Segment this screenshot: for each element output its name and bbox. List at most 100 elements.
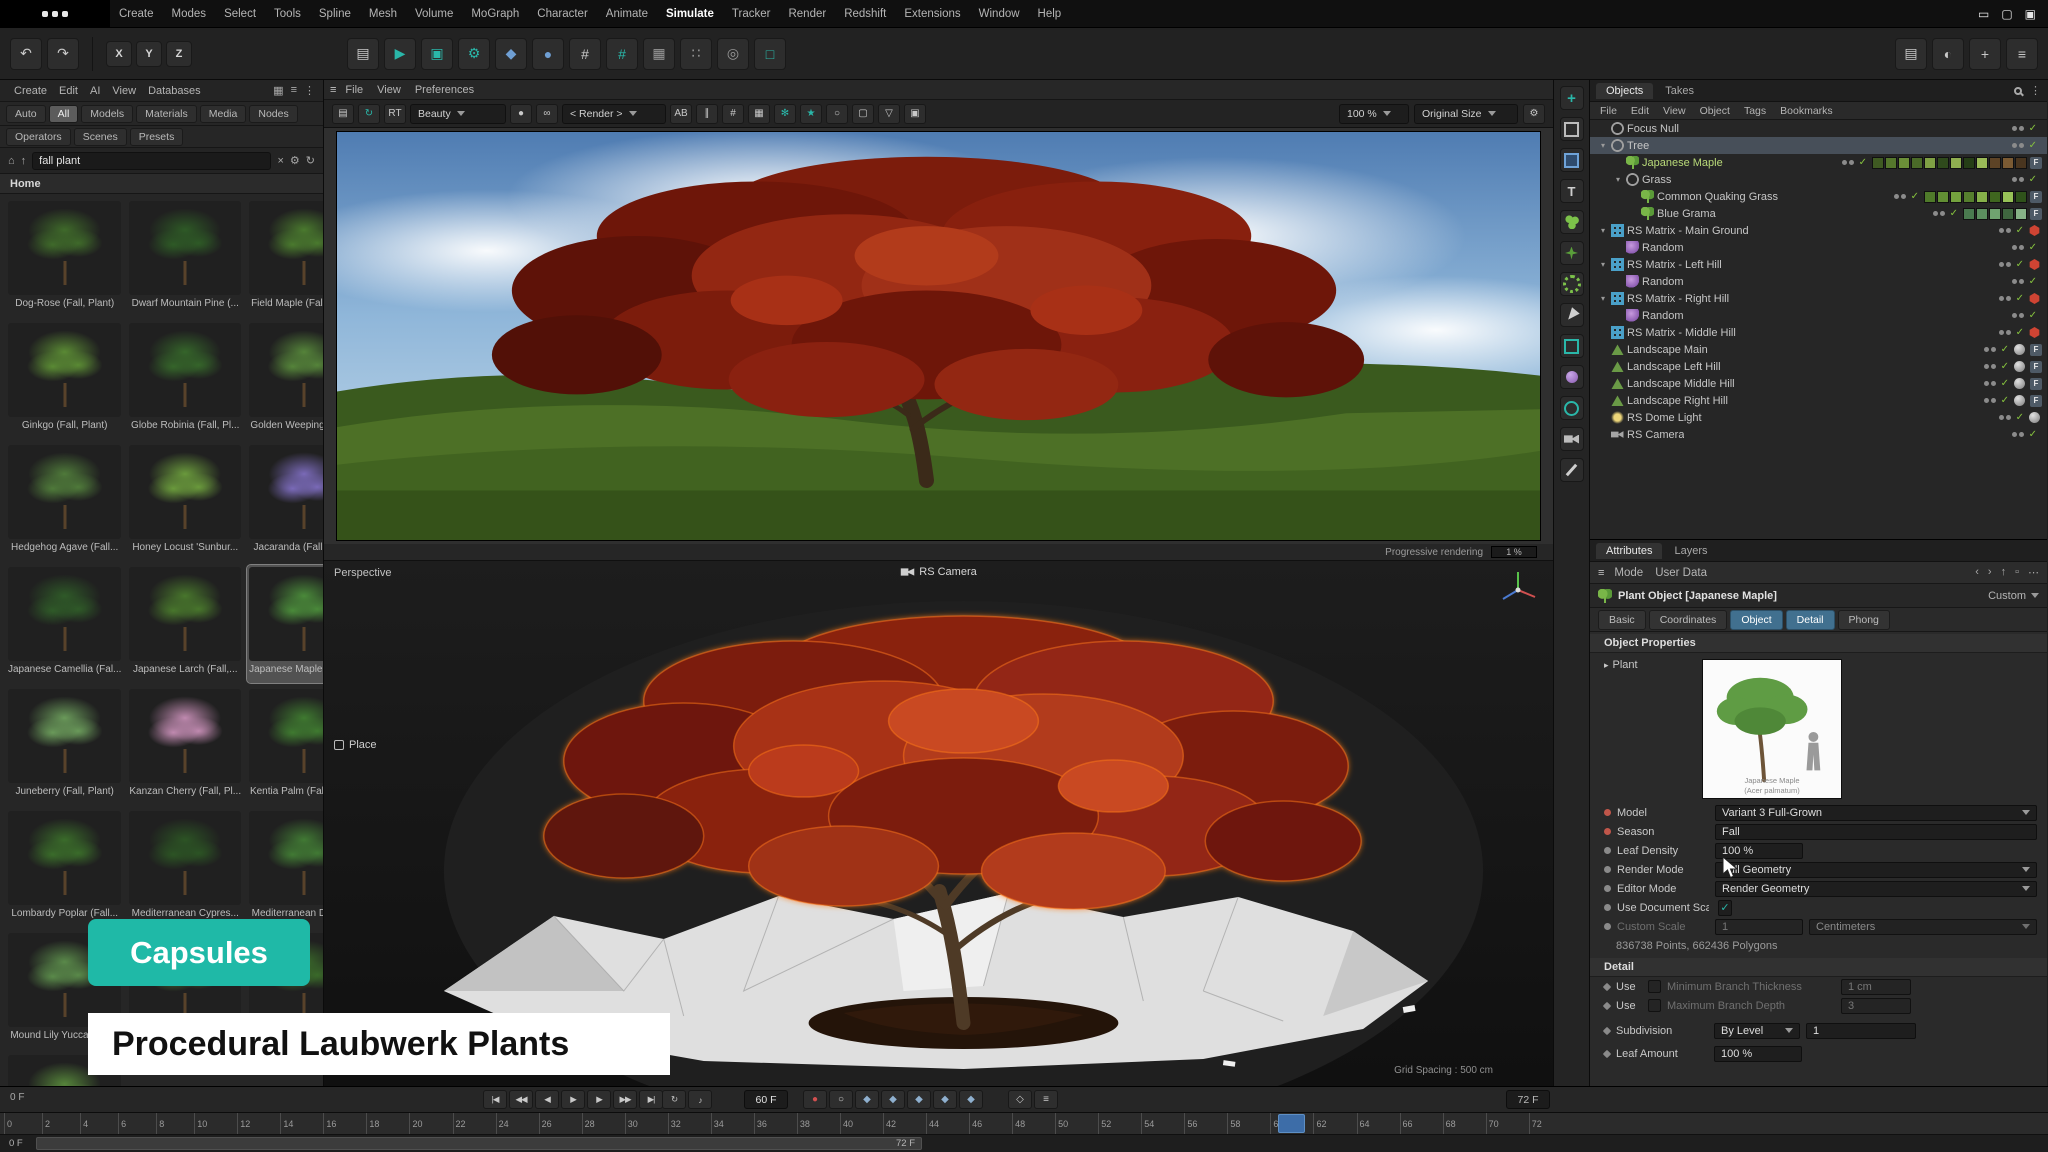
animation-dot-icon[interactable] (1604, 809, 1611, 816)
material-swatch[interactable] (1963, 157, 1975, 169)
asset-item[interactable]: Ginkgo (Fall, Plant) (6, 321, 123, 439)
enable-check-icon[interactable]: ✓ (2016, 259, 2024, 270)
enable-check-icon[interactable]: ✓ (2001, 361, 2009, 372)
asset-item[interactable]: Hedgehog Agave (Fall... (6, 443, 123, 561)
redshift-object-tag-icon[interactable] (2029, 225, 2040, 236)
rendered-image[interactable] (324, 128, 1553, 544)
snap-button[interactable]: # (569, 38, 601, 70)
render-visibility-dot[interactable] (2019, 126, 2024, 131)
panel-menu-icon[interactable]: ⋯ (2028, 566, 2039, 579)
denoise-icon[interactable]: ✻ (774, 104, 796, 124)
field-tag-badge[interactable]: F (2030, 395, 2042, 407)
menu-item[interactable]: Databases (142, 80, 207, 102)
key-rotation-button[interactable]: ◆ (907, 1090, 931, 1109)
bloom-icon[interactable]: ★ (800, 104, 822, 124)
editor-visibility-dot[interactable] (1984, 364, 1989, 369)
material-swatch[interactable] (1924, 191, 1936, 203)
redshift-object-tag-icon[interactable] (2029, 259, 2040, 270)
size-dropdown[interactable]: Original Size (1414, 104, 1518, 124)
snap-pixel-icon[interactable]: # (722, 104, 744, 124)
forward-icon[interactable]: › (1988, 566, 1992, 579)
menu-item[interactable]: Edit (53, 80, 84, 102)
axis-lock-button[interactable]: X (106, 41, 132, 67)
filter-tab[interactable]: Models (81, 105, 133, 123)
compare-stripe-icon[interactable]: ∥ (696, 104, 718, 124)
redshift-object-tag-icon[interactable] (2029, 293, 2040, 304)
previous-frame-button[interactable]: ◀ (535, 1090, 559, 1109)
renderview-settings-icon[interactable]: ⚙ (1523, 104, 1545, 124)
material-swatch[interactable] (1989, 208, 2001, 220)
menu-item[interactable]: Create (110, 0, 163, 28)
editor-visibility-dot[interactable] (1999, 415, 2004, 420)
snapshot-icon[interactable]: ▤ (332, 104, 354, 124)
playhead-scrubber[interactable] (1278, 1114, 1305, 1133)
menu-item[interactable]: File (338, 80, 370, 100)
renderer-dropdown[interactable]: < Render > (562, 104, 666, 124)
menu-item[interactable]: View (370, 80, 408, 100)
phong-tag-icon[interactable] (2029, 412, 2040, 423)
asset-item[interactable]: Japanese Larch (Fall,... (127, 565, 243, 683)
cloner-icon[interactable] (1560, 148, 1584, 172)
perspective-viewport[interactable]: Perspective RS Camera Place Grid Spacing… (324, 561, 1553, 1086)
animation-dot-icon[interactable] (1604, 828, 1611, 835)
zoom-dropdown[interactable]: 100 % (1339, 104, 1409, 124)
material-swatch[interactable] (2002, 191, 2014, 203)
enable-check-icon[interactable]: ✓ (2001, 395, 2009, 406)
parameter-diamond-icon[interactable] (1603, 1001, 1611, 1009)
render-visibility-dot[interactable] (2019, 143, 2024, 148)
object-row[interactable]: Japanese Maple ✓ F (1590, 154, 2047, 171)
filter-icon[interactable]: ▽ (878, 104, 900, 124)
subdivision-level-field[interactable]: 1 (1806, 1023, 1916, 1039)
menu-item[interactable]: Select (215, 0, 265, 28)
field-icon[interactable] (1560, 396, 1584, 420)
asset-item[interactable]: Lombardy Poplar (Fall... (6, 809, 123, 927)
capsules-button[interactable]: □ (754, 38, 786, 70)
generator-icon[interactable] (1560, 272, 1584, 296)
menu-item[interactable]: Character (528, 0, 597, 28)
enable-check-icon[interactable]: ✓ (2029, 242, 2037, 253)
object-row[interactable]: Random ✓ (1590, 239, 2047, 256)
deformer-icon[interactable] (1560, 365, 1584, 389)
sound-toggle-button[interactable]: ♪ (688, 1090, 712, 1109)
render-visibility-dot[interactable] (1991, 381, 1996, 386)
menu-item[interactable]: Render (779, 0, 835, 28)
expand-caret[interactable]: ▾ (1598, 226, 1608, 235)
panel-tab[interactable]: Layers (1664, 543, 1717, 559)
search-input[interactable] (32, 152, 271, 170)
object-row[interactable]: Landscape Middle Hill ✓ F (1590, 375, 2047, 392)
user-data-menu[interactable]: User Data (1653, 559, 1709, 587)
render-picture-viewer-button[interactable]: ▣ (421, 38, 453, 70)
enable-check-icon[interactable]: ✓ (2016, 327, 2024, 338)
volume-builder-icon[interactable] (1560, 334, 1584, 358)
editor-visibility-dot[interactable] (2012, 143, 2017, 148)
back-icon[interactable]: ‹ (1975, 566, 1979, 579)
asset-item[interactable]: Mediterranean Dwarf ... (247, 809, 323, 927)
render-visibility-dot[interactable] (2019, 279, 2024, 284)
object-row[interactable]: RS Dome Light ✓ (1590, 409, 2047, 426)
material-swatch[interactable] (1976, 191, 1988, 203)
object-row[interactable]: ▾ RS Matrix - Right Hill ✓ (1590, 290, 2047, 307)
section-tab[interactable]: Detail (1786, 610, 1835, 630)
mode-menu[interactable]: Mode (1612, 559, 1645, 587)
menu-item[interactable]: Window (970, 0, 1029, 28)
panel-menu-icon[interactable]: ≡ (1598, 567, 1604, 579)
phong-tag-icon[interactable] (2014, 344, 2025, 355)
parameter-diamond-icon[interactable] (1603, 982, 1611, 990)
spline-pen-icon[interactable] (1560, 303, 1584, 327)
axis-lock-button[interactable]: Y (136, 41, 162, 67)
workplane-button[interactable]: ▦ (643, 38, 675, 70)
menu-item[interactable]: File (1594, 102, 1623, 120)
leaf-amount-field[interactable]: 100 % (1714, 1046, 1802, 1062)
panel-tab[interactable]: Attributes (1596, 543, 1662, 559)
filter-tab[interactable]: Media (200, 105, 247, 123)
end-frame-field[interactable]: 72 F (1506, 1090, 1550, 1109)
phong-tag-icon[interactable] (2014, 378, 2025, 389)
menu-item[interactable]: Tags (1738, 102, 1772, 120)
object-row[interactable]: Random ✓ (1590, 273, 2047, 290)
render-visibility-dot[interactable] (2019, 245, 2024, 250)
render-visibility-dot[interactable] (2019, 177, 2024, 182)
filter-tab[interactable]: All (49, 105, 79, 123)
editor-visibility-dot[interactable] (1999, 262, 2004, 267)
enable-check-icon[interactable]: ✓ (2016, 293, 2024, 304)
layout-switch-icon[interactable]: ▣ (2025, 7, 2036, 21)
